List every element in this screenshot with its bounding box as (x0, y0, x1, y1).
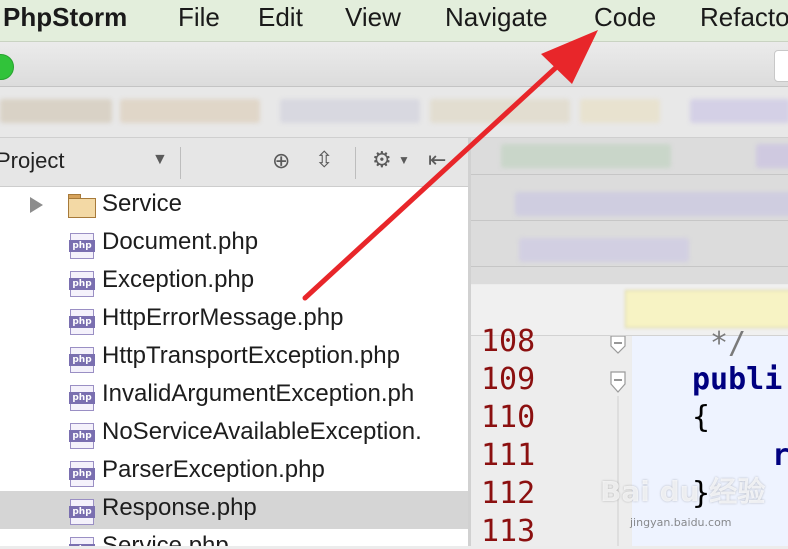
php-file-icon: php (69, 271, 95, 297)
tree-item-label: Service (102, 190, 183, 217)
tree-item-label: HttpErrorMessage.php (102, 304, 344, 331)
nav-crumb-5[interactable] (580, 99, 660, 123)
fold-start-icon[interactable] (610, 371, 626, 393)
collapse-icon[interactable]: ⇳ (315, 147, 333, 173)
php-file-icon: php (69, 499, 95, 525)
php-file-icon: php (69, 423, 95, 449)
tree-folder-service[interactable]: Service (0, 187, 468, 225)
tree-file[interactable]: php InvalidArgumentException.ph (0, 377, 468, 415)
toolbar-separator (355, 147, 356, 179)
nav-crumb-2[interactable] (120, 99, 260, 123)
hide-panel-icon[interactable]: ⇤ (428, 147, 446, 173)
tree-item-label: Service.php (102, 532, 229, 546)
editor-breadcrumb[interactable] (625, 290, 788, 328)
line-number: 110 (481, 400, 536, 435)
watermark: Bai du 经验 (600, 475, 766, 508)
menu-bar: PhpStorm File Edit View Navigate Code Re… (0, 0, 788, 42)
php-file-icon: php (69, 347, 95, 373)
fold-end-icon[interactable] (610, 336, 626, 354)
navigation-bar (0, 87, 788, 138)
title-bar-field (774, 50, 788, 82)
php-file-icon: php (69, 385, 95, 411)
gear-dropdown-icon[interactable]: ▼ (398, 153, 410, 167)
tree-file[interactable]: php ParserException.php (0, 453, 468, 491)
line-number: 109 (481, 362, 536, 397)
php-file-icon: php (69, 537, 95, 546)
code-keyword: publi (692, 362, 783, 397)
line-number: 108 (481, 324, 536, 359)
folder-icon (68, 194, 96, 218)
gear-icon[interactable]: ⚙ (372, 147, 392, 173)
editor-tab-row (471, 184, 788, 221)
editor-tab-row (471, 138, 788, 175)
line-number: 112 (481, 476, 536, 511)
menu-file[interactable]: File (178, 2, 220, 33)
nav-crumb-4[interactable] (430, 99, 570, 123)
nav-crumb-3[interactable] (280, 99, 420, 123)
tree-file-selected[interactable]: php Response.php (0, 491, 468, 529)
menu-navigate[interactable]: Navigate (445, 2, 548, 33)
tree-file[interactable]: php HttpTransportException.php (0, 339, 468, 377)
code-brace: { (692, 400, 711, 435)
tree-item-label: Response.php (102, 494, 257, 521)
menu-edit[interactable]: Edit (258, 2, 303, 33)
project-view-selector[interactable]: Project (0, 148, 64, 174)
expand-arrow-icon[interactable] (30, 197, 43, 213)
tree-item-label: HttpTransportException.php (102, 342, 400, 369)
php-file-icon: php (69, 309, 95, 335)
tree-file[interactable]: php NoServiceAvailableException. (0, 415, 468, 453)
dropdown-icon[interactable]: ▼ (152, 151, 168, 169)
tree-item-label: ParserException.php (102, 456, 325, 483)
editor-tab[interactable] (756, 144, 788, 168)
toolbar-separator (180, 147, 181, 179)
app-menu[interactable]: PhpStorm (3, 2, 127, 33)
editor-tab-area (471, 138, 788, 284)
editor-tab-row (471, 230, 788, 267)
menu-refactor[interactable]: Refacto (700, 2, 788, 33)
tree-file[interactable]: php HttpErrorMessage.php (0, 301, 468, 339)
locate-icon[interactable]: ⊕ (272, 148, 290, 174)
fold-column (610, 336, 626, 546)
tree-file[interactable]: php Document.php (0, 225, 468, 263)
php-file-icon: php (69, 233, 95, 259)
nav-crumb-6[interactable] (690, 99, 788, 123)
line-number: 111 (481, 438, 536, 473)
nav-crumb-1[interactable] (0, 99, 112, 123)
tree-file[interactable]: php Service.php (0, 529, 468, 546)
editor-tab[interactable] (501, 144, 671, 168)
line-number: 113 (481, 514, 536, 549)
menu-view[interactable]: View (345, 2, 401, 33)
watermark-url: jingyan.baidu.com (630, 516, 732, 529)
editor-tab[interactable] (515, 192, 788, 216)
tree-item-label: Document.php (102, 228, 259, 255)
php-file-icon: php (69, 461, 95, 487)
tree-item-label: NoServiceAvailableException. (102, 418, 422, 445)
tree-file[interactable]: php Exception.php (0, 263, 468, 301)
editor-tab[interactable] (519, 238, 689, 262)
window-title-bar (0, 42, 788, 87)
tree-item-label: InvalidArgumentException.ph (102, 380, 415, 407)
menu-code[interactable]: Code (594, 2, 656, 33)
code-comment: */ (710, 326, 747, 361)
code-keyword: r (772, 438, 788, 473)
tree-item-label: Exception.php (102, 266, 255, 293)
project-tree: Service php Document.php php Exception.p… (0, 187, 468, 546)
